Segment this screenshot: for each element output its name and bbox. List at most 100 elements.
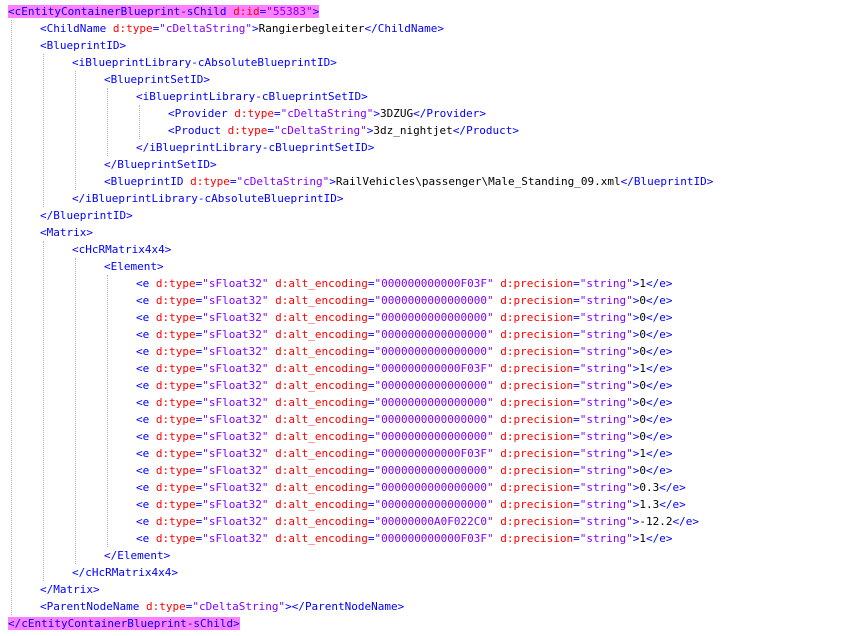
code-line[interactable]: </Element>: [104, 547, 170, 564]
tag-name: Element: [117, 549, 164, 562]
tag-name: e: [142, 345, 150, 358]
attribute-name: d:type: [145, 600, 186, 613]
code-line[interactable]: <BlueprintSetID>: [104, 71, 210, 88]
attribute-name: d:alt_encoding: [275, 379, 368, 392]
code-line[interactable]: <cEntityContainerBlueprint-sChild d:id="…: [8, 3, 320, 20]
equals-sign: =: [273, 107, 281, 120]
code-line[interactable]: <e d:type="sFloat32" d:alt_encoding="000…: [136, 445, 673, 462]
tag-name: e: [142, 532, 150, 545]
equals-sign: =: [573, 362, 580, 375]
code-line[interactable]: <e d:type="sFloat32" d:alt_encoding="000…: [136, 377, 673, 394]
code-line[interactable]: </iBlueprintLibrary-cAbsoluteBlueprintID…: [72, 190, 344, 207]
attribute-value: "sFloat32": [202, 362, 269, 375]
attribute-name: d:alt_encoding: [275, 532, 368, 545]
attribute-name: d:precision: [500, 294, 574, 307]
closing-tag: </e>: [646, 413, 673, 426]
attribute-name: d:type: [155, 430, 196, 443]
code-line[interactable]: <e d:type="sFloat32" d:alt_encoding="000…: [136, 394, 673, 411]
tag-name: e: [142, 481, 150, 494]
attribute-value: "sFloat32": [202, 396, 269, 409]
attribute-name: d:type: [155, 362, 196, 375]
tag-name: Product: [174, 124, 221, 137]
attribute-name: d:type: [155, 498, 196, 511]
equals-sign: =: [573, 430, 580, 443]
code-line[interactable]: <e d:type="sFloat32" d:alt_encoding="000…: [136, 292, 673, 309]
code-line[interactable]: <ParentNodeName d:type="cDeltaString"></…: [40, 598, 404, 615]
tag-name: e: [659, 277, 666, 290]
attribute-value: "sFloat32": [202, 294, 269, 307]
code-line[interactable]: <Matrix>: [40, 224, 93, 241]
attribute-name: d:type: [190, 175, 230, 188]
attribute-name: d:type: [155, 532, 196, 545]
opening-tag: <e d:type="sFloat32" d:alt_encoding="000…: [136, 294, 640, 307]
closing-tag: </e>: [646, 379, 673, 392]
tag-name: e: [659, 464, 666, 477]
tag-name: e: [672, 481, 680, 494]
attribute-name: d:type: [155, 396, 196, 409]
code-line[interactable]: <Provider d:type="cDeltaString">3DZUG</P…: [168, 105, 486, 122]
tag-name: Element: [110, 260, 157, 273]
opening-tag: <e d:type="sFloat32" d:alt_encoding="000…: [136, 515, 640, 528]
code-line[interactable]: <e d:type="sFloat32" d:alt_encoding="000…: [136, 411, 673, 428]
code-line[interactable]: <e d:type="sFloat32" d:alt_encoding="000…: [136, 343, 673, 360]
code-line[interactable]: <BlueprintID d:type="cDeltaString">RailV…: [104, 173, 713, 190]
attribute-value: "string": [579, 311, 633, 324]
code-line[interactable]: <BlueprintID>: [40, 37, 126, 54]
code-line[interactable]: </Matrix>: [40, 581, 100, 598]
attribute-name: d:type: [155, 379, 196, 392]
attribute-value: "sFloat32": [202, 498, 269, 511]
code-line[interactable]: <e d:type="sFloat32" d:alt_encoding="000…: [136, 513, 699, 530]
closing-tag: </ChildName>: [364, 22, 445, 35]
tag-name: iBlueprintLibrary-cBlueprintSetID: [142, 90, 362, 103]
code-line[interactable]: </cHcRMatrix4x4>: [72, 564, 178, 581]
opening-tag: <Provider d:type="cDeltaString">: [168, 107, 380, 120]
code-line[interactable]: <Product d:type="cDeltaString">3dz_night…: [168, 122, 519, 139]
closing-tag: </iBlueprintLibrary-cAbsoluteBlueprintID…: [72, 192, 344, 205]
opening-tag: <e d:type="sFloat32" d:alt_encoding="000…: [136, 447, 640, 460]
code-line[interactable]: </iBlueprintLibrary-cBlueprintSetID>: [136, 139, 374, 156]
tag-name: e: [685, 515, 693, 528]
code-line[interactable]: <e d:type="sFloat32" d:alt_encoding="000…: [136, 309, 673, 326]
indent-guide: [43, 241, 44, 581]
opening-tag: <e d:type="sFloat32" d:alt_encoding="000…: [136, 430, 640, 443]
code-line[interactable]: <e d:type="sFloat32" d:alt_encoding="000…: [136, 275, 673, 292]
code-line[interactable]: <e d:type="sFloat32" d:alt_encoding="000…: [136, 462, 673, 479]
indent-guide: [107, 275, 108, 547]
xml-editor[interactable]: <cEntityContainerBlueprint-sChild d:id="…: [0, 0, 848, 636]
attribute-value: "string": [579, 447, 633, 460]
closing-tag: </Product>: [452, 124, 520, 137]
code-line[interactable]: </BlueprintID>: [40, 207, 133, 224]
attribute-value: "sFloat32": [202, 345, 269, 358]
code-line[interactable]: <e d:type="sFloat32" d:alt_encoding="000…: [136, 428, 673, 445]
code-line[interactable]: </BlueprintSetID>: [104, 156, 217, 173]
opening-tag: <e d:type="sFloat32" d:alt_encoding="000…: [136, 532, 640, 545]
code-line[interactable]: </cEntityContainerBlueprint-sChild>: [8, 615, 240, 632]
closing-tag: </cHcRMatrix4x4>: [72, 566, 178, 579]
tag-name: Provider: [426, 107, 480, 120]
attribute-value: "sFloat32": [202, 430, 269, 443]
code-line[interactable]: <cHcRMatrix4x4>: [72, 241, 171, 258]
code-line[interactable]: <Element>: [104, 258, 164, 275]
code-line[interactable]: <e d:type="sFloat32" d:alt_encoding="000…: [136, 479, 686, 496]
tag-name: e: [142, 379, 150, 392]
indent-guide: [75, 71, 76, 190]
code-line[interactable]: <iBlueprintLibrary-cAbsoluteBlueprintID>: [72, 54, 337, 71]
code-line[interactable]: <ChildName d:type="cDeltaString">Rangier…: [40, 20, 444, 37]
attribute-value: "0000000000000000": [374, 379, 494, 392]
attribute-value: "cDeltaString": [273, 124, 367, 137]
code-line[interactable]: <e d:type="sFloat32" d:alt_encoding="000…: [136, 496, 686, 513]
code-line[interactable]: <e d:type="sFloat32" d:alt_encoding="000…: [136, 326, 673, 343]
tag-name: ParentNodeName: [46, 600, 140, 613]
closing-tag: </Provider>: [413, 107, 486, 120]
attribute-name: d:alt_encoding: [275, 277, 368, 290]
attribute-name: d:alt_encoding: [275, 311, 368, 324]
code-line[interactable]: <e d:type="sFloat32" d:alt_encoding="000…: [136, 360, 673, 377]
code-line[interactable]: <iBlueprintLibrary-cBlueprintSetID>: [136, 88, 368, 105]
opening-tag: <Element>: [104, 260, 164, 273]
element-text: Rangierbegleiter: [258, 22, 365, 35]
attribute-name: d:alt_encoding: [275, 498, 368, 511]
attribute-name: d:precision: [500, 532, 574, 545]
tag-name: e: [659, 447, 666, 460]
opening-tag: <e d:type="sFloat32" d:alt_encoding="000…: [136, 328, 640, 341]
code-line[interactable]: <e d:type="sFloat32" d:alt_encoding="000…: [136, 530, 673, 547]
